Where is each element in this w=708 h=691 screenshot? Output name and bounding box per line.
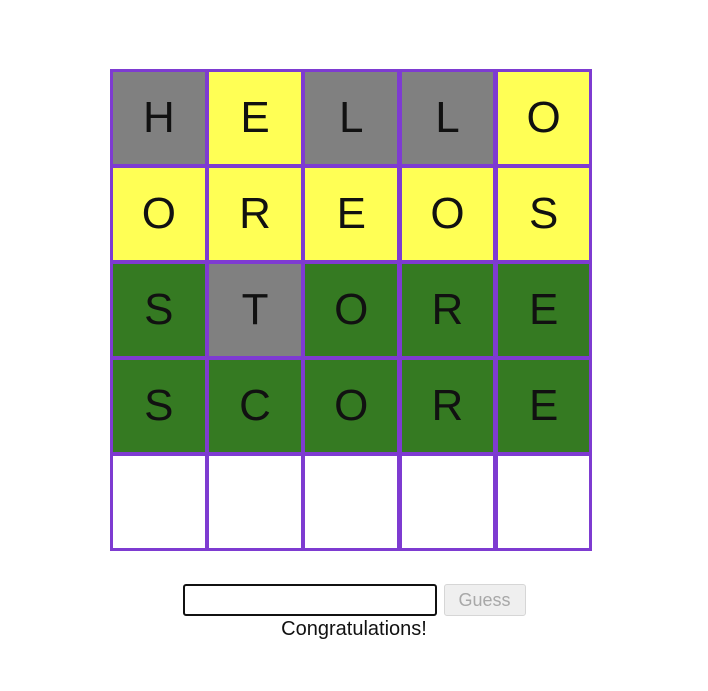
tile-r3-c2: T	[206, 261, 304, 359]
tile-r1-c3: L	[302, 69, 401, 167]
tile-r1-c2: E	[206, 69, 304, 167]
tile-r5-c5	[494, 453, 593, 551]
tile-r1-c4: L	[398, 69, 497, 167]
tile-r2-c1: O	[110, 165, 208, 263]
tile-r4-c5: E	[494, 357, 593, 455]
tile-r4-c3: O	[302, 357, 401, 455]
tile-r3-c3: O	[302, 261, 401, 359]
tile-r5-c1	[110, 453, 208, 551]
tile-r5-c4	[398, 453, 497, 551]
guess-input[interactable]	[182, 584, 437, 616]
guess-controls: Guess Congratulations!	[0, 584, 708, 641]
tile-r2-c5: S	[494, 165, 593, 263]
tile-r3-c1: S	[110, 261, 208, 359]
guess-row: Guess	[0, 584, 708, 616]
tile-r4-c2: C	[206, 357, 304, 455]
status-message: Congratulations!	[281, 618, 427, 640]
tile-r5-c3	[302, 453, 401, 551]
tile-r4-c1: S	[110, 357, 208, 455]
tile-r2-c3: E	[302, 165, 401, 263]
tile-r3-c5: E	[494, 261, 593, 359]
tile-r1-c5: O	[494, 69, 593, 167]
guess-button[interactable]: Guess	[443, 584, 526, 616]
tile-r2-c2: R	[206, 165, 304, 263]
tile-r3-c4: R	[398, 261, 497, 359]
tile-r4-c4: R	[398, 357, 497, 455]
game-board: HELLOOREOSSTORESCORE	[110, 69, 593, 551]
tile-r1-c1: H	[110, 69, 208, 167]
tile-r5-c2	[206, 453, 304, 551]
tile-r2-c4: O	[398, 165, 497, 263]
